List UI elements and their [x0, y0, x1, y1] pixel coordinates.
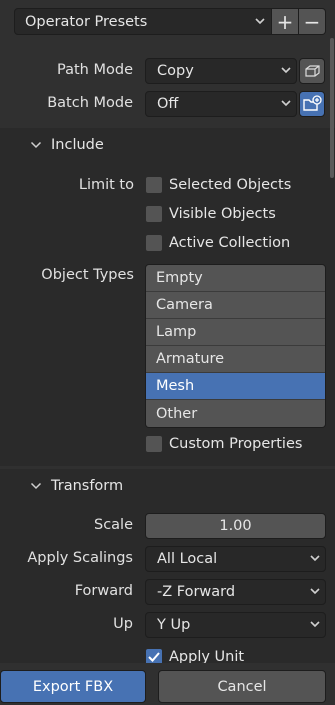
object-type-other[interactable]: Other — [146, 400, 325, 427]
forward-dropdown[interactable]: -Z Forward — [145, 579, 326, 605]
scale-value: 1.00 — [219, 518, 252, 534]
object-type-label: Other — [156, 405, 198, 422]
scrollbar-thumb[interactable] — [330, 38, 334, 178]
checkbox-box[interactable] — [145, 205, 163, 223]
active-collection-label: Active Collection — [169, 235, 291, 251]
object-type-label: Mesh — [156, 378, 195, 394]
object-type-armature[interactable]: Armature — [146, 346, 325, 373]
operator-presets-bar: Operator Presets + − — [14, 8, 326, 35]
object-type-camera[interactable]: Camera — [146, 292, 325, 319]
up-value: Y Up — [157, 617, 191, 633]
transform-section-title: Transform — [51, 478, 124, 494]
chevron-down-icon — [30, 139, 42, 151]
chevron-down-icon — [254, 15, 266, 27]
forward-row: Forward -Z Forward — [0, 579, 335, 605]
forward-label: Forward — [74, 583, 133, 599]
up-label: Up — [113, 616, 133, 632]
apply-scalings-row: Apply Scalings All Local — [0, 546, 335, 572]
path-mode-dropdown[interactable]: Copy — [145, 58, 297, 84]
selected-objects-checkbox[interactable]: Selected Objects — [145, 174, 291, 196]
chevron-down-icon — [309, 552, 321, 564]
transform-section-body: Scale 1.00 Apply Scalings All Local Forw… — [0, 503, 335, 666]
path-mode-row: Path Mode Copy — [0, 58, 335, 84]
batch-own-dir-button[interactable] — [299, 91, 325, 117]
object-type-label: Lamp — [156, 324, 197, 340]
scale-label: Scale — [93, 517, 133, 533]
include-section-header[interactable]: Include — [0, 128, 335, 162]
up-dropdown[interactable]: Y Up — [145, 612, 326, 638]
transform-section-header[interactable]: Transform — [0, 469, 335, 503]
scale-row: Scale 1.00 — [0, 513, 335, 539]
object-type-lamp[interactable]: Lamp — [146, 319, 325, 346]
custom-properties-checkbox[interactable]: Custom Properties — [145, 433, 302, 455]
up-row: Up Y Up — [0, 612, 335, 638]
apply-scalings-label: Apply Scalings — [27, 550, 133, 566]
batch-mode-label: Batch Mode — [47, 95, 133, 111]
export-fbx-button[interactable]: Export FBX — [0, 670, 146, 703]
object-type-label: Empty — [156, 270, 203, 286]
chevron-down-icon — [30, 480, 42, 492]
scrollbar[interactable] — [329, 0, 335, 460]
apply-scalings-dropdown[interactable]: All Local — [145, 546, 326, 572]
batch-mode-value: Off — [157, 96, 179, 112]
export-fbx-label: Export FBX — [32, 678, 114, 695]
package-icon — [303, 64, 321, 78]
cancel-button[interactable]: Cancel — [158, 670, 326, 703]
batch-mode-dropdown[interactable]: Off — [145, 91, 297, 117]
export-options-panel: Operator Presets + − Path Mode Copy Batc — [0, 0, 335, 705]
chevron-down-icon — [280, 64, 292, 76]
include-section-title: Include — [51, 137, 104, 153]
chevron-down-icon — [280, 97, 292, 109]
custom-properties-label: Custom Properties — [169, 436, 303, 452]
forward-value: -Z Forward — [157, 584, 236, 600]
visible-objects-label: Visible Objects — [169, 206, 276, 222]
path-mode-label: Path Mode — [57, 62, 133, 78]
minus-icon: − — [303, 9, 321, 34]
new-folder-icon — [302, 95, 322, 113]
embed-textures-button[interactable] — [299, 58, 325, 84]
operator-presets-label: Operator Presets — [25, 13, 148, 30]
checkbox-box[interactable] — [145, 234, 163, 252]
active-collection-checkbox[interactable]: Active Collection — [145, 232, 290, 254]
cancel-label: Cancel — [217, 678, 267, 695]
apply-scalings-value: All Local — [157, 551, 218, 567]
plus-icon: + — [276, 9, 294, 34]
remove-preset-button[interactable]: − — [299, 8, 326, 35]
limit-to-label: Limit to — [78, 177, 134, 193]
object-types-label: Object Types — [41, 267, 134, 283]
object-type-mesh[interactable]: Mesh — [146, 373, 325, 400]
operator-presets-dropdown[interactable]: Operator Presets — [14, 8, 272, 35]
batch-mode-row: Batch Mode Off — [0, 91, 335, 117]
scale-slider[interactable]: 1.00 — [145, 513, 326, 539]
object-type-empty[interactable]: Empty — [146, 265, 325, 292]
include-section-body: Limit to Selected Objects Visible Object… — [0, 162, 335, 466]
chevron-down-icon — [309, 585, 321, 597]
visible-objects-checkbox[interactable]: Visible Objects — [145, 203, 276, 225]
chevron-down-icon — [309, 618, 321, 630]
checkbox-box[interactable] — [145, 176, 163, 194]
path-mode-value: Copy — [157, 63, 194, 79]
object-type-label: Camera — [156, 297, 213, 313]
object-types-list: Empty Camera Lamp Armature Mesh Other — [145, 264, 326, 428]
checkbox-box[interactable] — [145, 435, 163, 453]
add-preset-button[interactable]: + — [272, 8, 299, 35]
dialog-footer: Export FBX Cancel — [0, 663, 335, 705]
object-type-label: Armature — [156, 351, 225, 367]
selected-objects-label: Selected Objects — [169, 177, 292, 193]
